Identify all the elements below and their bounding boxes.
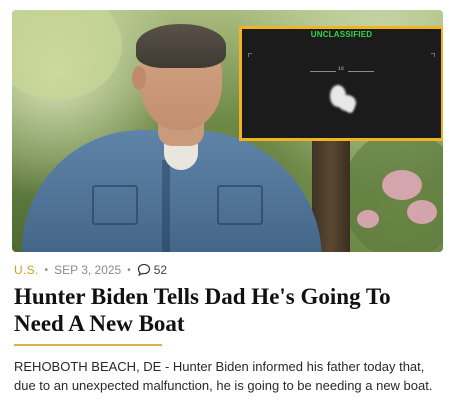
separator-dot: • xyxy=(127,264,131,276)
heat-signature xyxy=(346,103,354,113)
reticle-line xyxy=(348,71,374,72)
article-hero-image[interactable]: UNCLASSIFIED 16 xyxy=(12,10,443,252)
separator-dot: • xyxy=(44,264,49,276)
shirt-placket xyxy=(162,160,170,252)
article-card[interactable]: UNCLASSIFIED 16 U.S. • SEP 3, 2025 • 52 … xyxy=(0,0,451,420)
speech-bubble-icon[interactable] xyxy=(137,263,151,277)
article-meta: U.S. • SEP 3, 2025 • 52 xyxy=(14,262,167,278)
hair xyxy=(136,24,226,68)
comment-count[interactable]: 52 xyxy=(154,263,167,277)
reticle-line xyxy=(310,71,336,72)
article-excerpt: REHOBOTH BEACH, DE - Hunter Biden inform… xyxy=(14,359,433,393)
inset-video-frame: UNCLASSIFIED 16 xyxy=(239,26,443,141)
ear xyxy=(132,66,146,90)
title-divider xyxy=(14,344,162,346)
inset-label: UNCLASSIFIED xyxy=(310,30,373,39)
reticle-value: 16 xyxy=(338,66,345,72)
flowers xyxy=(407,200,437,224)
shirt-pocket xyxy=(217,185,263,225)
publish-date: SEP 3, 2025 xyxy=(54,263,122,277)
reticle-corner xyxy=(431,53,435,57)
article-title[interactable]: Hunter Biden Tells Dad He's Going To Nee… xyxy=(14,283,434,337)
flowers xyxy=(357,210,379,228)
flowers xyxy=(382,170,422,200)
reticle-corner xyxy=(248,53,252,57)
shirt-pocket xyxy=(92,185,138,225)
category-link[interactable]: U.S. xyxy=(14,263,39,277)
